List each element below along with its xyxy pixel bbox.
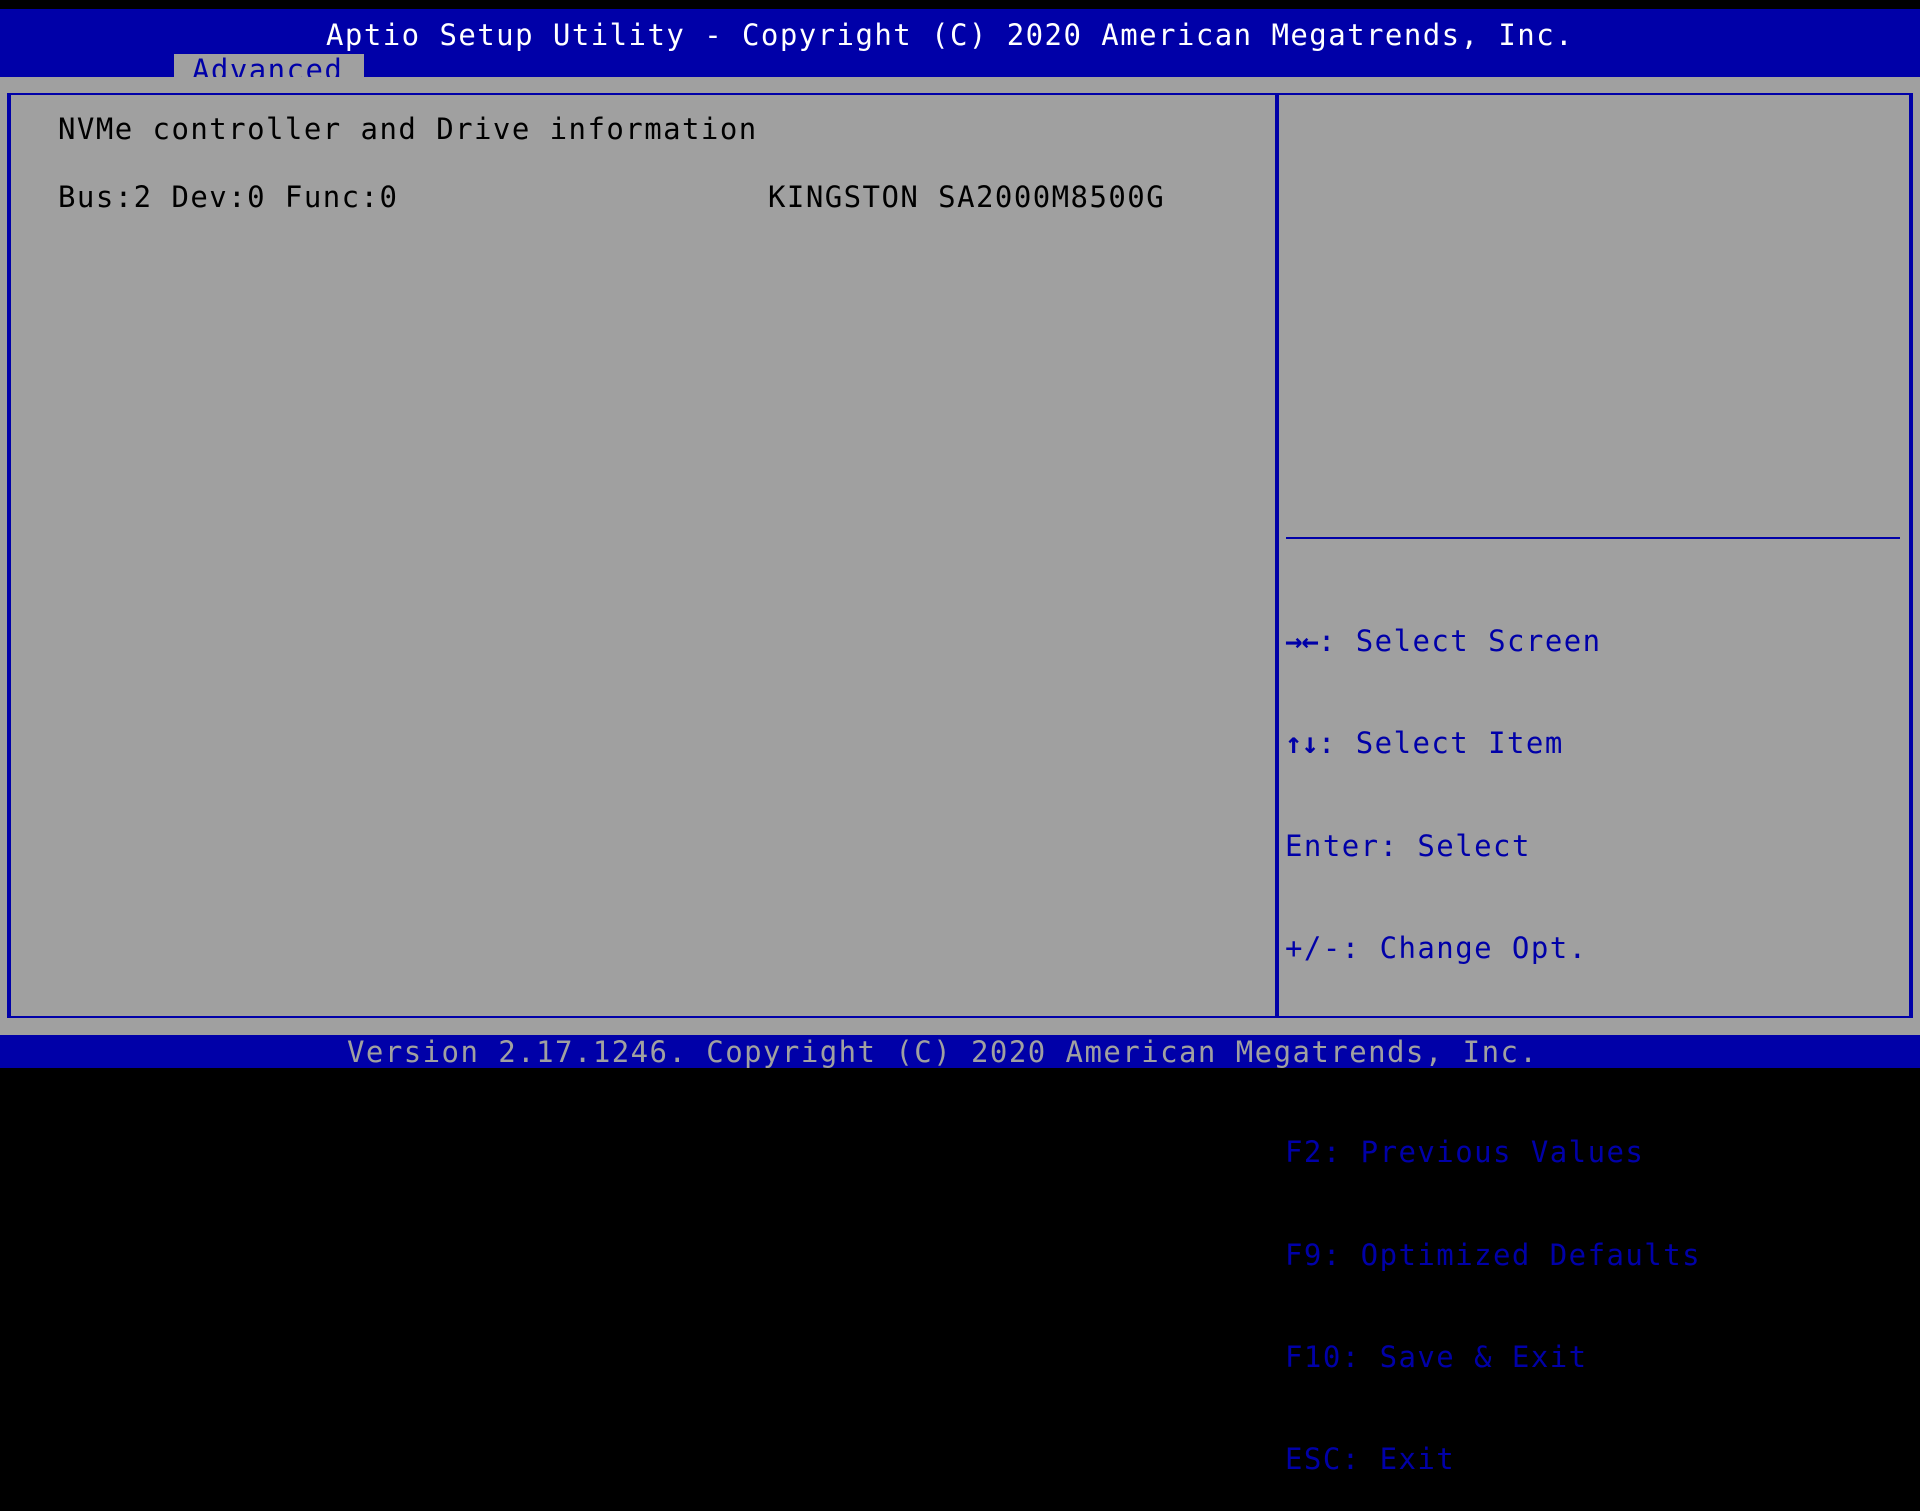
help-separator-colon: : (1322, 1237, 1361, 1272)
help-action: Previous Values (1360, 1135, 1645, 1170)
help-separator-colon: : (1317, 726, 1356, 761)
panel-divider (1275, 93, 1279, 1018)
help-action: Select Item (1355, 726, 1564, 761)
help-key: F10 (1285, 1340, 1342, 1375)
key-help-list: →←: Select Screen ↑↓: Select Item Enter:… (1285, 556, 1701, 1511)
help-action: Save & Exit (1379, 1340, 1588, 1375)
up-down-arrows-icon: ↑↓ (1285, 726, 1319, 761)
help-action: Optimized Defaults (1360, 1237, 1702, 1272)
help-separator-colon: : (1341, 1340, 1380, 1375)
help-action: Exit (1379, 1442, 1456, 1477)
help-action: Select (1417, 828, 1531, 863)
help-key: F9 (1285, 1237, 1323, 1272)
help-row-select-item: ↑↓: Select Item (1285, 726, 1701, 760)
help-row-esc: ESC: Exit (1285, 1442, 1701, 1476)
help-key: F2 (1285, 1135, 1323, 1170)
title-bar: Aptio Setup Utility - Copyright (C) 2020… (0, 9, 1920, 87)
help-separator (1286, 537, 1900, 539)
help-row-f2: F2: Previous Values (1285, 1135, 1701, 1169)
help-action: Change Opt. (1379, 930, 1588, 965)
help-key: Enter (1285, 828, 1380, 863)
version-copyright: Version 2.17.1246. Copyright (C) 2020 Am… (347, 1035, 1539, 1069)
help-key: ESC (1285, 1442, 1342, 1477)
help-separator-colon: : (1317, 624, 1356, 658)
page-heading: NVMe controller and Drive information (58, 112, 758, 146)
help-separator-colon: : (1341, 1442, 1380, 1477)
app-title: Aptio Setup Utility - Copyright (C) 2020… (326, 18, 1575, 52)
help-row-enter: Enter: Select (1285, 829, 1701, 863)
help-row-change-opt: +/-: Change Opt. (1285, 931, 1701, 965)
help-row-select-screen: →←: Select Screen (1285, 624, 1701, 658)
help-action: Select Screen (1355, 624, 1602, 658)
help-separator-colon: : (1322, 1135, 1361, 1170)
help-row-f9: F9: Optimized Defaults (1285, 1238, 1701, 1272)
left-right-arrows-icon: →← (1285, 624, 1319, 658)
nvme-drive-model: KINGSTON SA2000M8500G (768, 180, 1166, 214)
nvme-device-location[interactable]: Bus:2 Dev:0 Func:0 (58, 180, 398, 214)
help-key: +/- (1285, 930, 1342, 965)
footer-bar: Version 2.17.1246. Copyright (C) 2020 Am… (0, 1035, 1920, 1069)
help-separator-colon: : (1341, 930, 1380, 965)
help-separator-colon: : (1379, 828, 1418, 863)
help-row-f10: F10: Save & Exit (1285, 1340, 1701, 1374)
